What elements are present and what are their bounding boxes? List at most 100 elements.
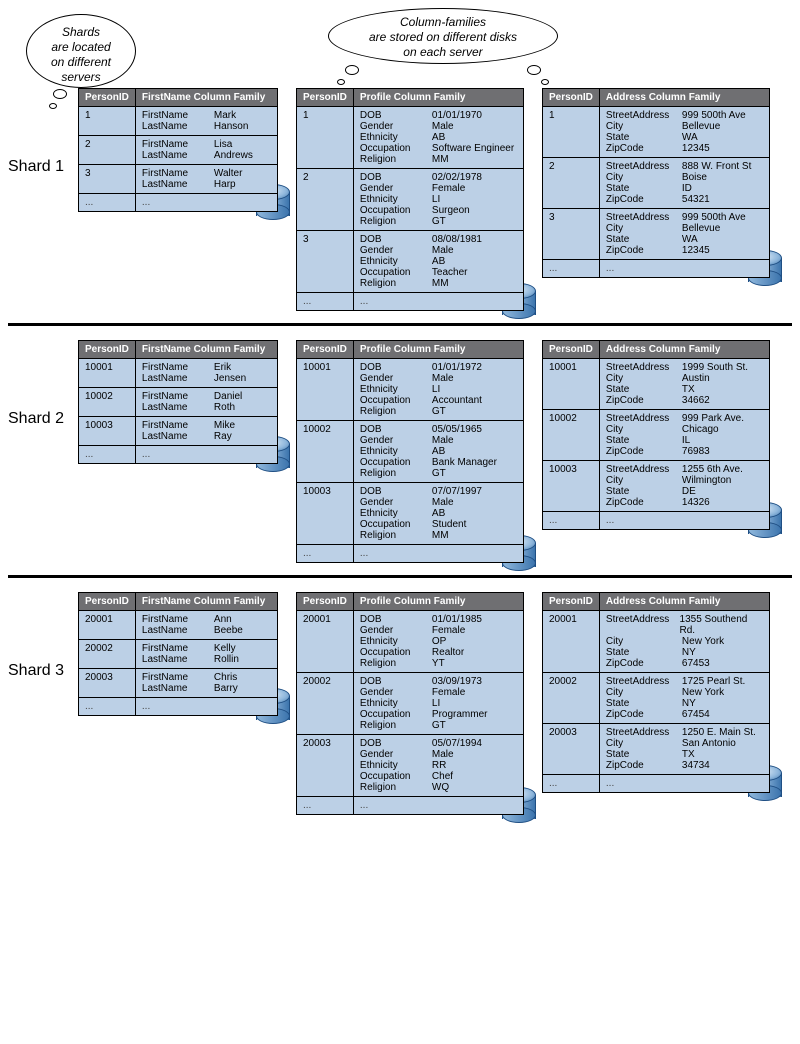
kv-key: Gender [360, 121, 432, 132]
kv-value: Male [432, 435, 454, 446]
kv-key: Occupation [360, 519, 432, 530]
kv-value: Rollin [214, 654, 239, 665]
key-value-row: ReligionGT [360, 406, 517, 417]
cell-cf-body: FirstNameDanielLastNameRoth [135, 388, 277, 417]
kv-key: State [606, 234, 682, 245]
header-personid: PersonID [79, 341, 136, 359]
kv-value: RR [432, 760, 446, 771]
kv-key: DOB [360, 486, 432, 497]
ellipsis-cell: ... [297, 545, 354, 563]
kv-key: State [606, 435, 682, 446]
cell-cf-body: FirstNameErikLastNameJensen [135, 359, 277, 388]
kv-value: Bellevue [682, 121, 720, 132]
column-family-block: PersonIDProfile Column Family20001DOB01/… [296, 592, 524, 815]
key-value-row: StreetAddress1999 South St. [606, 362, 763, 373]
kv-key: Religion [360, 406, 432, 417]
column-family-table: PersonIDProfile Column Family20001DOB01/… [296, 592, 524, 815]
ellipsis-cell: ... [297, 293, 354, 311]
ellipsis-cell: ... [79, 446, 136, 464]
kv-value: Kelly [214, 643, 236, 654]
key-value-row: ReligionGT [360, 468, 517, 479]
kv-value: 76983 [682, 446, 710, 457]
shard-label: Shard 1 [8, 88, 78, 176]
kv-value: 67453 [682, 658, 710, 669]
shard-label: Shard 3 [8, 592, 78, 680]
kv-value: LI [432, 698, 440, 709]
key-value-row: CityBellevue [606, 223, 763, 234]
kv-value: OP [432, 636, 446, 647]
kv-value: GT [432, 406, 446, 417]
kv-value: 01/01/1970 [432, 110, 482, 121]
kv-value: Lisa [214, 139, 232, 150]
table-row: 10002StreetAddress999 Park Ave.CityChica… [543, 410, 770, 461]
kv-key: State [606, 183, 682, 194]
kv-value: Male [432, 121, 454, 132]
column-family-group: PersonIDFirstName Column Family20001Firs… [78, 592, 792, 815]
kv-key: DOB [360, 738, 432, 749]
key-value-row: GenderMale [360, 245, 517, 256]
kv-value: Mike [214, 420, 235, 431]
ellipsis-row: ...... [297, 797, 524, 815]
kv-key: Religion [360, 154, 432, 165]
kv-key: StreetAddress [606, 464, 682, 475]
cell-cf-body: FirstNameLisaLastNameAndrews [135, 136, 277, 165]
kv-value: 01/01/1985 [432, 614, 482, 625]
key-value-row: OccupationProgrammer [360, 709, 517, 720]
kv-key: LastName [142, 150, 214, 161]
kv-key: City [606, 172, 682, 183]
kv-value: MM [432, 278, 449, 289]
key-value-row: GenderMale [360, 373, 517, 384]
kv-value: 1255 6th Ave. [682, 464, 743, 475]
key-value-row: GenderMale [360, 435, 517, 446]
table-row: 10003StreetAddress1255 6th Ave.CityWilmi… [543, 461, 770, 512]
kv-value: Daniel [214, 391, 242, 402]
key-value-row: ReligionYT [360, 658, 517, 669]
key-value-row: StreetAddress999 500th Ave [606, 110, 763, 121]
key-value-row: StateID [606, 183, 763, 194]
cell-cf-body: DOB01/01/1972GenderMaleEthnicityLIOccupa… [353, 359, 523, 421]
key-value-row: EthnicityAB [360, 508, 517, 519]
ellipsis-row: ...... [297, 293, 524, 311]
kv-key: ZipCode [606, 497, 682, 508]
ellipsis-cell: ... [79, 194, 136, 212]
kv-key: LastName [142, 402, 214, 413]
table-row: 10001StreetAddress1999 South St.CityAust… [543, 359, 770, 410]
key-value-row: OccupationStudent [360, 519, 517, 530]
key-value-row: StateNY [606, 647, 763, 658]
kv-key: State [606, 647, 682, 658]
cell-cf-body: StreetAddress1255 6th Ave.CityWilmington… [599, 461, 769, 512]
key-value-row: CitySan Antonio [606, 738, 763, 749]
ellipsis-cell: ... [353, 293, 523, 311]
table-row: 10003FirstNameMikeLastNameRay [79, 417, 278, 446]
kv-value: Austin [682, 373, 710, 384]
column-family-group: PersonIDFirstName Column Family1FirstNam… [78, 88, 792, 311]
header-personid: PersonID [543, 593, 600, 611]
ellipsis-row: ...... [79, 446, 278, 464]
key-value-row: CityNew York [606, 687, 763, 698]
kv-value: 02/02/1978 [432, 172, 482, 183]
kv-value: New York [682, 636, 724, 647]
kv-value: MM [432, 530, 449, 541]
ellipsis-cell: ... [135, 698, 277, 716]
kv-key: ZipCode [606, 658, 682, 669]
kv-key: Ethnicity [360, 132, 432, 143]
kv-value: DE [682, 486, 696, 497]
kv-value: NY [682, 647, 696, 658]
kv-value: AB [432, 256, 445, 267]
column-family-group: PersonIDFirstName Column Family10001Firs… [78, 340, 792, 563]
kv-value: Male [432, 749, 454, 760]
column-family-block: PersonIDAddress Column Family20001Street… [542, 592, 770, 793]
cell-cf-body: FirstNameMarkLastNameHanson [135, 107, 277, 136]
key-value-row: EthnicityLI [360, 384, 517, 395]
cell-cf-body: DOB07/07/1997GenderMaleEthnicityABOccupa… [353, 483, 523, 545]
header-personid: PersonID [297, 593, 354, 611]
kv-key: Occupation [360, 143, 432, 154]
ellipsis-row: ...... [543, 775, 770, 793]
kv-value: LI [432, 194, 440, 205]
kv-value: IL [682, 435, 690, 446]
key-value-row: LastNameRay [142, 431, 271, 442]
kv-key: City [606, 373, 682, 384]
key-value-row: ReligionWQ [360, 782, 517, 793]
kv-key: ZipCode [606, 760, 682, 771]
column-family-table: PersonIDFirstName Column Family20001Firs… [78, 592, 278, 716]
